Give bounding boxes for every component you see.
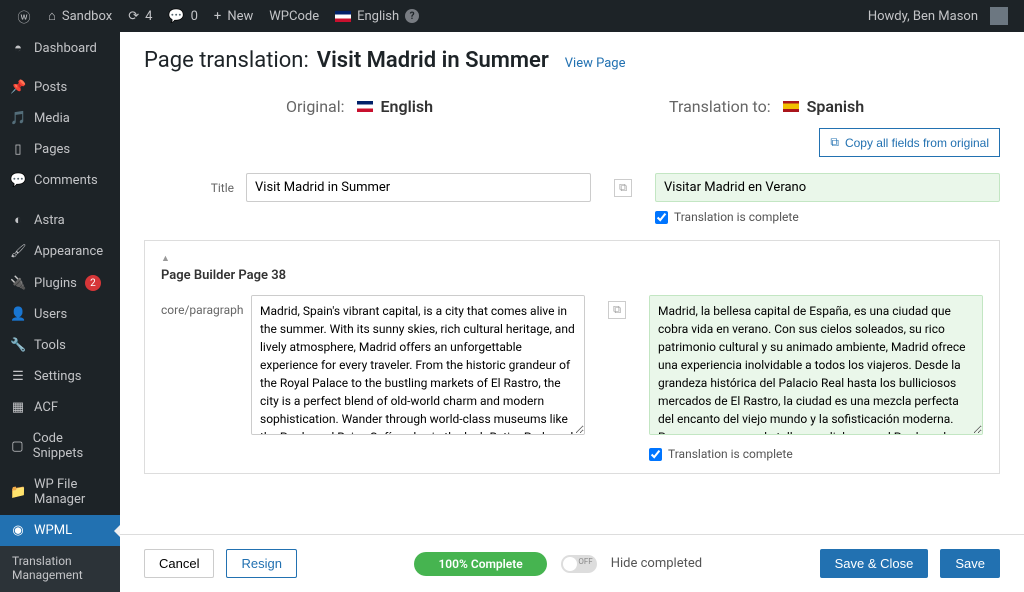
uk-flag-icon xyxy=(335,11,351,22)
collapse-icon[interactable]: ▲ xyxy=(161,253,983,264)
para-complete-checkbox[interactable] xyxy=(649,448,662,461)
sidebar-item-users[interactable]: 👤Users xyxy=(0,299,120,330)
sidebar-item-wpml[interactable]: ◉WPML xyxy=(0,515,120,546)
plugins-badge: 2 xyxy=(85,275,101,291)
sidebar-item-wpfile[interactable]: 📁WP File Manager xyxy=(0,469,120,515)
sidebar-item-astra[interactable]: ◐Astra xyxy=(0,204,120,236)
wpcode-link[interactable]: WPCode xyxy=(261,0,327,32)
wordpress-icon: ⓦ xyxy=(16,7,32,26)
astra-icon: ◐ xyxy=(10,212,26,228)
page-builder-section: ▲ Page Builder Page 38 core/paragraph ⧉ … xyxy=(144,240,1000,474)
resign-button[interactable]: Resign xyxy=(226,549,296,578)
new-label: New xyxy=(227,9,253,24)
updates-count: 4 xyxy=(145,9,152,24)
paragraph-translation-textarea[interactable] xyxy=(649,295,983,435)
greeting-text: Howdy, Ben Mason xyxy=(868,9,978,24)
title-field-label: Title xyxy=(144,173,234,195)
wp-logo[interactable]: ⓦ xyxy=(8,0,40,32)
cancel-button[interactable]: Cancel xyxy=(144,549,214,578)
comments-link[interactable]: 💬0 xyxy=(160,0,206,32)
es-flag-icon xyxy=(783,101,799,112)
title-original-input[interactable] xyxy=(246,173,591,202)
admin-sidebar: ◓Dashboard 📌Posts 🎵Media ▯Pages 💬Comment… xyxy=(0,32,120,592)
site-link[interactable]: ⌂ Sandbox xyxy=(40,0,120,32)
lang-label: English xyxy=(357,9,399,24)
user-icon: 👤 xyxy=(10,307,26,322)
hide-completed-label: Hide completed xyxy=(611,556,702,571)
code-icon: ▢ xyxy=(10,439,25,454)
site-name: Sandbox xyxy=(62,9,112,24)
sidebar-item-pages[interactable]: ▯Pages xyxy=(0,134,120,165)
save-button[interactable]: Save xyxy=(940,549,1000,578)
paragraph-original-textarea[interactable] xyxy=(251,295,585,435)
sidebar-item-tools[interactable]: 🔧Tools xyxy=(0,330,120,361)
sidebar-item-acf[interactable]: ▦ACF xyxy=(0,392,120,423)
save-close-button[interactable]: Save & Close xyxy=(820,549,929,578)
sidebar-sub-tm[interactable]: Translation Management xyxy=(0,546,120,590)
sidebar-item-appearance[interactable]: 🖌Appearance xyxy=(0,236,120,267)
sidebar-item-dashboard[interactable]: ◓Dashboard xyxy=(0,32,120,64)
page-title: Page translation: Visit Madrid in Summer… xyxy=(144,48,1000,73)
sidebar-item-settings[interactable]: ☰Settings xyxy=(0,361,120,392)
home-icon: ⌂ xyxy=(48,8,56,24)
avatar-icon xyxy=(990,7,1008,25)
main-content: Page translation: Visit Madrid in Summer… xyxy=(120,32,1024,592)
refresh-icon: ⟳ xyxy=(128,9,139,24)
editor-footer: Cancel Resign 100% Complete Hide complet… xyxy=(120,534,1024,592)
progress-badge: 100% Complete xyxy=(414,552,546,576)
sidebar-item-media[interactable]: 🎵Media xyxy=(0,103,120,134)
lang-switcher[interactable]: English? xyxy=(327,0,427,32)
sidebar-item-snippets[interactable]: ▢Code Snippets xyxy=(0,423,120,469)
original-lang: English xyxy=(381,97,434,116)
copy-all-button[interactable]: ⧉Copy all fields from original xyxy=(819,128,1000,157)
acf-icon: ▦ xyxy=(10,400,26,415)
plus-icon: + xyxy=(214,9,221,24)
comment-icon: 💬 xyxy=(10,173,26,188)
account-link[interactable]: Howdy, Ben Mason xyxy=(860,0,1016,32)
hide-completed-toggle[interactable] xyxy=(561,555,597,573)
title-complete-checkbox[interactable] xyxy=(655,211,668,224)
comments-count: 0 xyxy=(191,9,198,24)
folder-icon: 📁 xyxy=(10,485,26,500)
wrench-icon: 🔧 xyxy=(10,338,26,353)
sidebar-item-plugins[interactable]: 🔌Plugins2 xyxy=(0,267,120,299)
media-icon: 🎵 xyxy=(10,111,26,126)
sidebar-item-posts[interactable]: 📌Posts xyxy=(0,72,120,103)
original-label: Original: xyxy=(286,97,345,116)
copy-field-button[interactable]: ⧉ xyxy=(608,301,626,319)
translation-lang: Spanish xyxy=(807,97,865,116)
wpcode-label: WPCode xyxy=(269,9,319,24)
new-link[interactable]: + New xyxy=(206,0,261,32)
globe-icon: ◉ xyxy=(10,523,26,538)
comment-icon: 💬 xyxy=(168,9,184,24)
title-translation-input[interactable] xyxy=(655,173,1000,202)
plug-icon: 🔌 xyxy=(10,276,26,291)
pin-icon: 📌 xyxy=(10,80,26,95)
view-page-link[interactable]: View Page xyxy=(565,56,626,71)
brush-icon: 🖌 xyxy=(10,244,26,259)
para-complete-row: Translation is complete xyxy=(649,447,983,461)
section-title: Page Builder Page 38 xyxy=(161,268,983,283)
paragraph-label: core/paragraph xyxy=(161,295,239,317)
sliders-icon: ☰ xyxy=(10,369,26,384)
translation-label: Translation to: xyxy=(669,97,771,116)
admin-toolbar: ⓦ ⌂Sandbox ⟳4 💬0 +New WPCode English? Ho… xyxy=(0,0,1024,32)
page-icon: ▯ xyxy=(10,142,26,157)
copy-field-button[interactable]: ⧉ xyxy=(614,179,632,197)
updates-link[interactable]: ⟳4 xyxy=(120,0,160,32)
sidebar-item-comments[interactable]: 💬Comments xyxy=(0,165,120,196)
uk-flag-icon xyxy=(357,101,373,112)
dashboard-icon: ◓ xyxy=(10,40,26,56)
copy-icon: ⧉ xyxy=(830,135,839,150)
title-complete-row: Translation is complete xyxy=(655,210,1000,224)
help-icon: ? xyxy=(405,9,419,23)
